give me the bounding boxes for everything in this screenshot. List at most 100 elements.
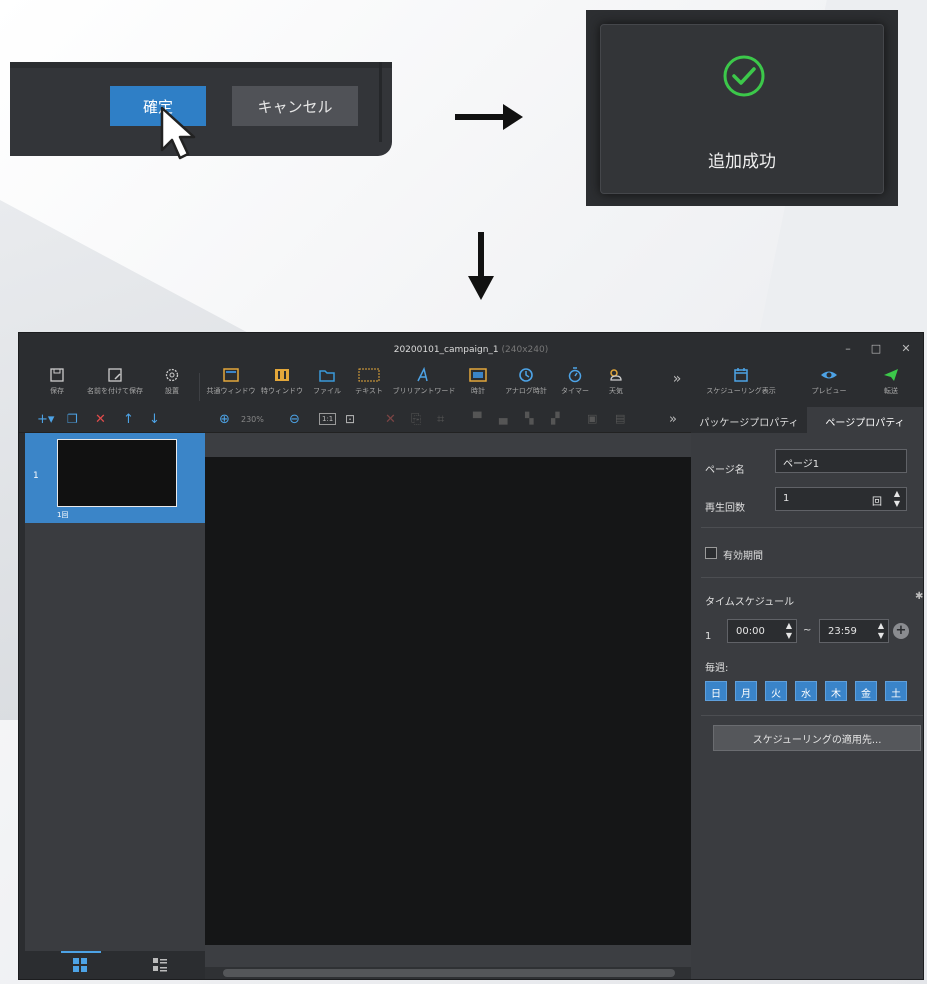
success-toast: 追加成功 <box>600 24 884 194</box>
timer-icon <box>568 367 582 383</box>
time-separator: ~ <box>803 625 812 636</box>
brilliant-word-icon <box>417 367 428 382</box>
bring-front-icon[interactable]: ▀ <box>473 412 481 425</box>
divider <box>701 577 923 578</box>
properties-tabs: パッケージプロパティ ページプロパティ <box>691 407 923 433</box>
zoom-level: 230% <box>241 415 264 424</box>
analog-clock-icon <box>519 368 533 382</box>
gear-icon <box>165 368 179 382</box>
dialog-divider <box>10 62 392 68</box>
zoom-out-icon[interactable]: ⊖ <box>289 412 300 427</box>
distribute-icon[interactable]: ▤ <box>615 412 625 425</box>
page-play-count: 1回 <box>57 511 69 519</box>
editing-canvas[interactable] <box>205 457 691 945</box>
add-page-icon[interactable]: +▾ <box>37 412 54 427</box>
maximize-icon[interactable]: □ <box>865 342 887 355</box>
tab-package-properties[interactable]: パッケージプロパティ <box>691 407 807 433</box>
move-down-icon[interactable]: ↓ <box>149 412 160 427</box>
active-view-indicator <box>61 951 101 953</box>
delete-page-icon[interactable]: ✕ <box>95 412 106 427</box>
start-time-input[interactable]: 00:00 ▲ ▼ <box>727 619 797 643</box>
day-toggle-thu[interactable]: 木 <box>825 681 847 701</box>
divider <box>701 527 923 528</box>
analog-clock-button[interactable]: アナログ時計 <box>499 367 553 407</box>
day-toggle-wed[interactable]: 水 <box>795 681 817 701</box>
window-icon <box>223 368 239 382</box>
day-toggle-fri[interactable]: 金 <box>855 681 877 701</box>
day-toggle-sat[interactable]: 土 <box>885 681 907 701</box>
divider <box>701 715 923 716</box>
title-bar: 20200101_campaign_1 (240x240) – □ ✕ <box>19 333 923 367</box>
app-window: 20200101_campaign_1 (240x240) – □ ✕ 保存 名… <box>18 332 924 980</box>
day-toggle-mon[interactable]: 月 <box>735 681 757 701</box>
play-count-label: 再生回数 <box>705 503 745 514</box>
edit-toolbar: +▾ ❐ ✕ ↑ ↓ ⊕ 230% ⊖ 1:1 ⊡ ✕ ⎘ ⌗ ▀ ▄ ▚ ▞ … <box>19 407 691 433</box>
special-window-button[interactable]: 特ウィンドウ <box>259 367 305 407</box>
delete-element-icon[interactable]: ✕ <box>385 412 396 427</box>
save-as-button[interactable]: 名前を付けて保存 <box>77 367 153 407</box>
preview-button[interactable]: プレビュー <box>807 367 851 407</box>
weekly-label: 毎週: <box>705 663 729 674</box>
play-count-value: 1 <box>783 493 790 504</box>
toast-backdrop: 追加成功 <box>586 10 898 206</box>
list-view-icon[interactable] <box>153 958 167 972</box>
subbar-more-button[interactable]: » <box>669 412 677 427</box>
window-title: 20200101_campaign_1 (240x240) <box>393 345 549 355</box>
horizontal-scrollbar[interactable] <box>205 967 691 979</box>
text-button[interactable]: テキスト <box>349 367 389 407</box>
apply-schedule-button[interactable]: スケジューリングの適用先... <box>713 725 921 751</box>
minimize-icon[interactable]: – <box>837 342 859 355</box>
cancel-button[interactable]: キャンセル <box>232 86 358 126</box>
schedule-row-index: 1 <box>705 631 712 642</box>
fit-window-icon[interactable]: ⊡ <box>345 412 355 426</box>
day-toggle-sun[interactable]: 日 <box>705 681 727 701</box>
save-button[interactable]: 保存 <box>37 367 77 407</box>
tab-page-properties[interactable]: ページプロパティ <box>807 407 923 433</box>
toolbar-more-button[interactable]: » <box>665 367 689 407</box>
validity-label: 有効期間 <box>723 551 763 562</box>
validity-checkbox[interactable] <box>705 547 717 559</box>
properties-panel: パッケージプロパティ ページプロパティ ページ名 ページ1 再生回数 1 回 ▲… <box>691 407 923 979</box>
transfer-button[interactable]: 転送 <box>871 367 911 407</box>
common-window-button[interactable]: 共通ウィンドウ <box>205 367 257 407</box>
grid-view-icon[interactable] <box>73 958 87 972</box>
canvas-area <box>205 433 691 979</box>
success-check-icon <box>723 55 765 97</box>
center-icon[interactable]: ▣ <box>587 412 597 425</box>
scrollbar-thumb[interactable] <box>223 969 675 977</box>
toolbar-separator <box>199 373 200 401</box>
clock-button[interactable]: 時計 <box>459 367 497 407</box>
page-number: 1 <box>33 471 39 481</box>
end-time-input[interactable]: 23:59 ▲ ▼ <box>819 619 889 643</box>
brilliant-word-button[interactable]: ブリリアントワード <box>391 367 457 407</box>
zoom-in-icon[interactable]: ⊕ <box>219 412 230 427</box>
copy-page-icon[interactable]: ❐ <box>67 412 78 426</box>
send-back-icon[interactable]: ▄ <box>499 412 507 425</box>
schedule-settings-icon[interactable]: ✱ <box>915 591 923 602</box>
actual-size-button[interactable]: 1:1 <box>319 413 337 425</box>
settings-button[interactable]: 設置 <box>155 367 189 407</box>
send-icon <box>884 369 898 381</box>
copy-element-icon[interactable]: ⎘ <box>411 412 421 427</box>
page-name-input[interactable]: ページ1 <box>775 449 907 473</box>
spinner-icon[interactable]: ▲ ▼ <box>894 489 900 509</box>
weather-icon <box>610 369 622 381</box>
add-schedule-icon[interactable]: + <box>893 623 909 639</box>
day-toggle-tue[interactable]: 火 <box>765 681 787 701</box>
play-count-input[interactable]: 1 回 ▲ ▼ <box>775 487 907 511</box>
weather-button[interactable]: 天気 <box>597 367 635 407</box>
schedule-display-button[interactable]: スケジューリング表示 <box>705 367 777 407</box>
page-list-item[interactable]: 1 1回 <box>25 433 205 523</box>
page-name-label: ページ名 <box>705 465 745 476</box>
crop-icon[interactable]: ⌗ <box>437 412 444 427</box>
align-2-icon[interactable]: ▞ <box>551 412 559 425</box>
spinner-icon[interactable]: ▲ ▼ <box>878 621 884 641</box>
folder-icon <box>319 370 335 382</box>
close-icon[interactable]: ✕ <box>895 342 917 355</box>
view-mode-bar <box>25 951 205 979</box>
file-button[interactable]: ファイル <box>307 367 347 407</box>
move-up-icon[interactable]: ↑ <box>123 412 134 427</box>
timer-button[interactable]: タイマー <box>555 367 595 407</box>
align-icon[interactable]: ▚ <box>525 412 533 425</box>
spinner-icon[interactable]: ▲ ▼ <box>786 621 792 641</box>
